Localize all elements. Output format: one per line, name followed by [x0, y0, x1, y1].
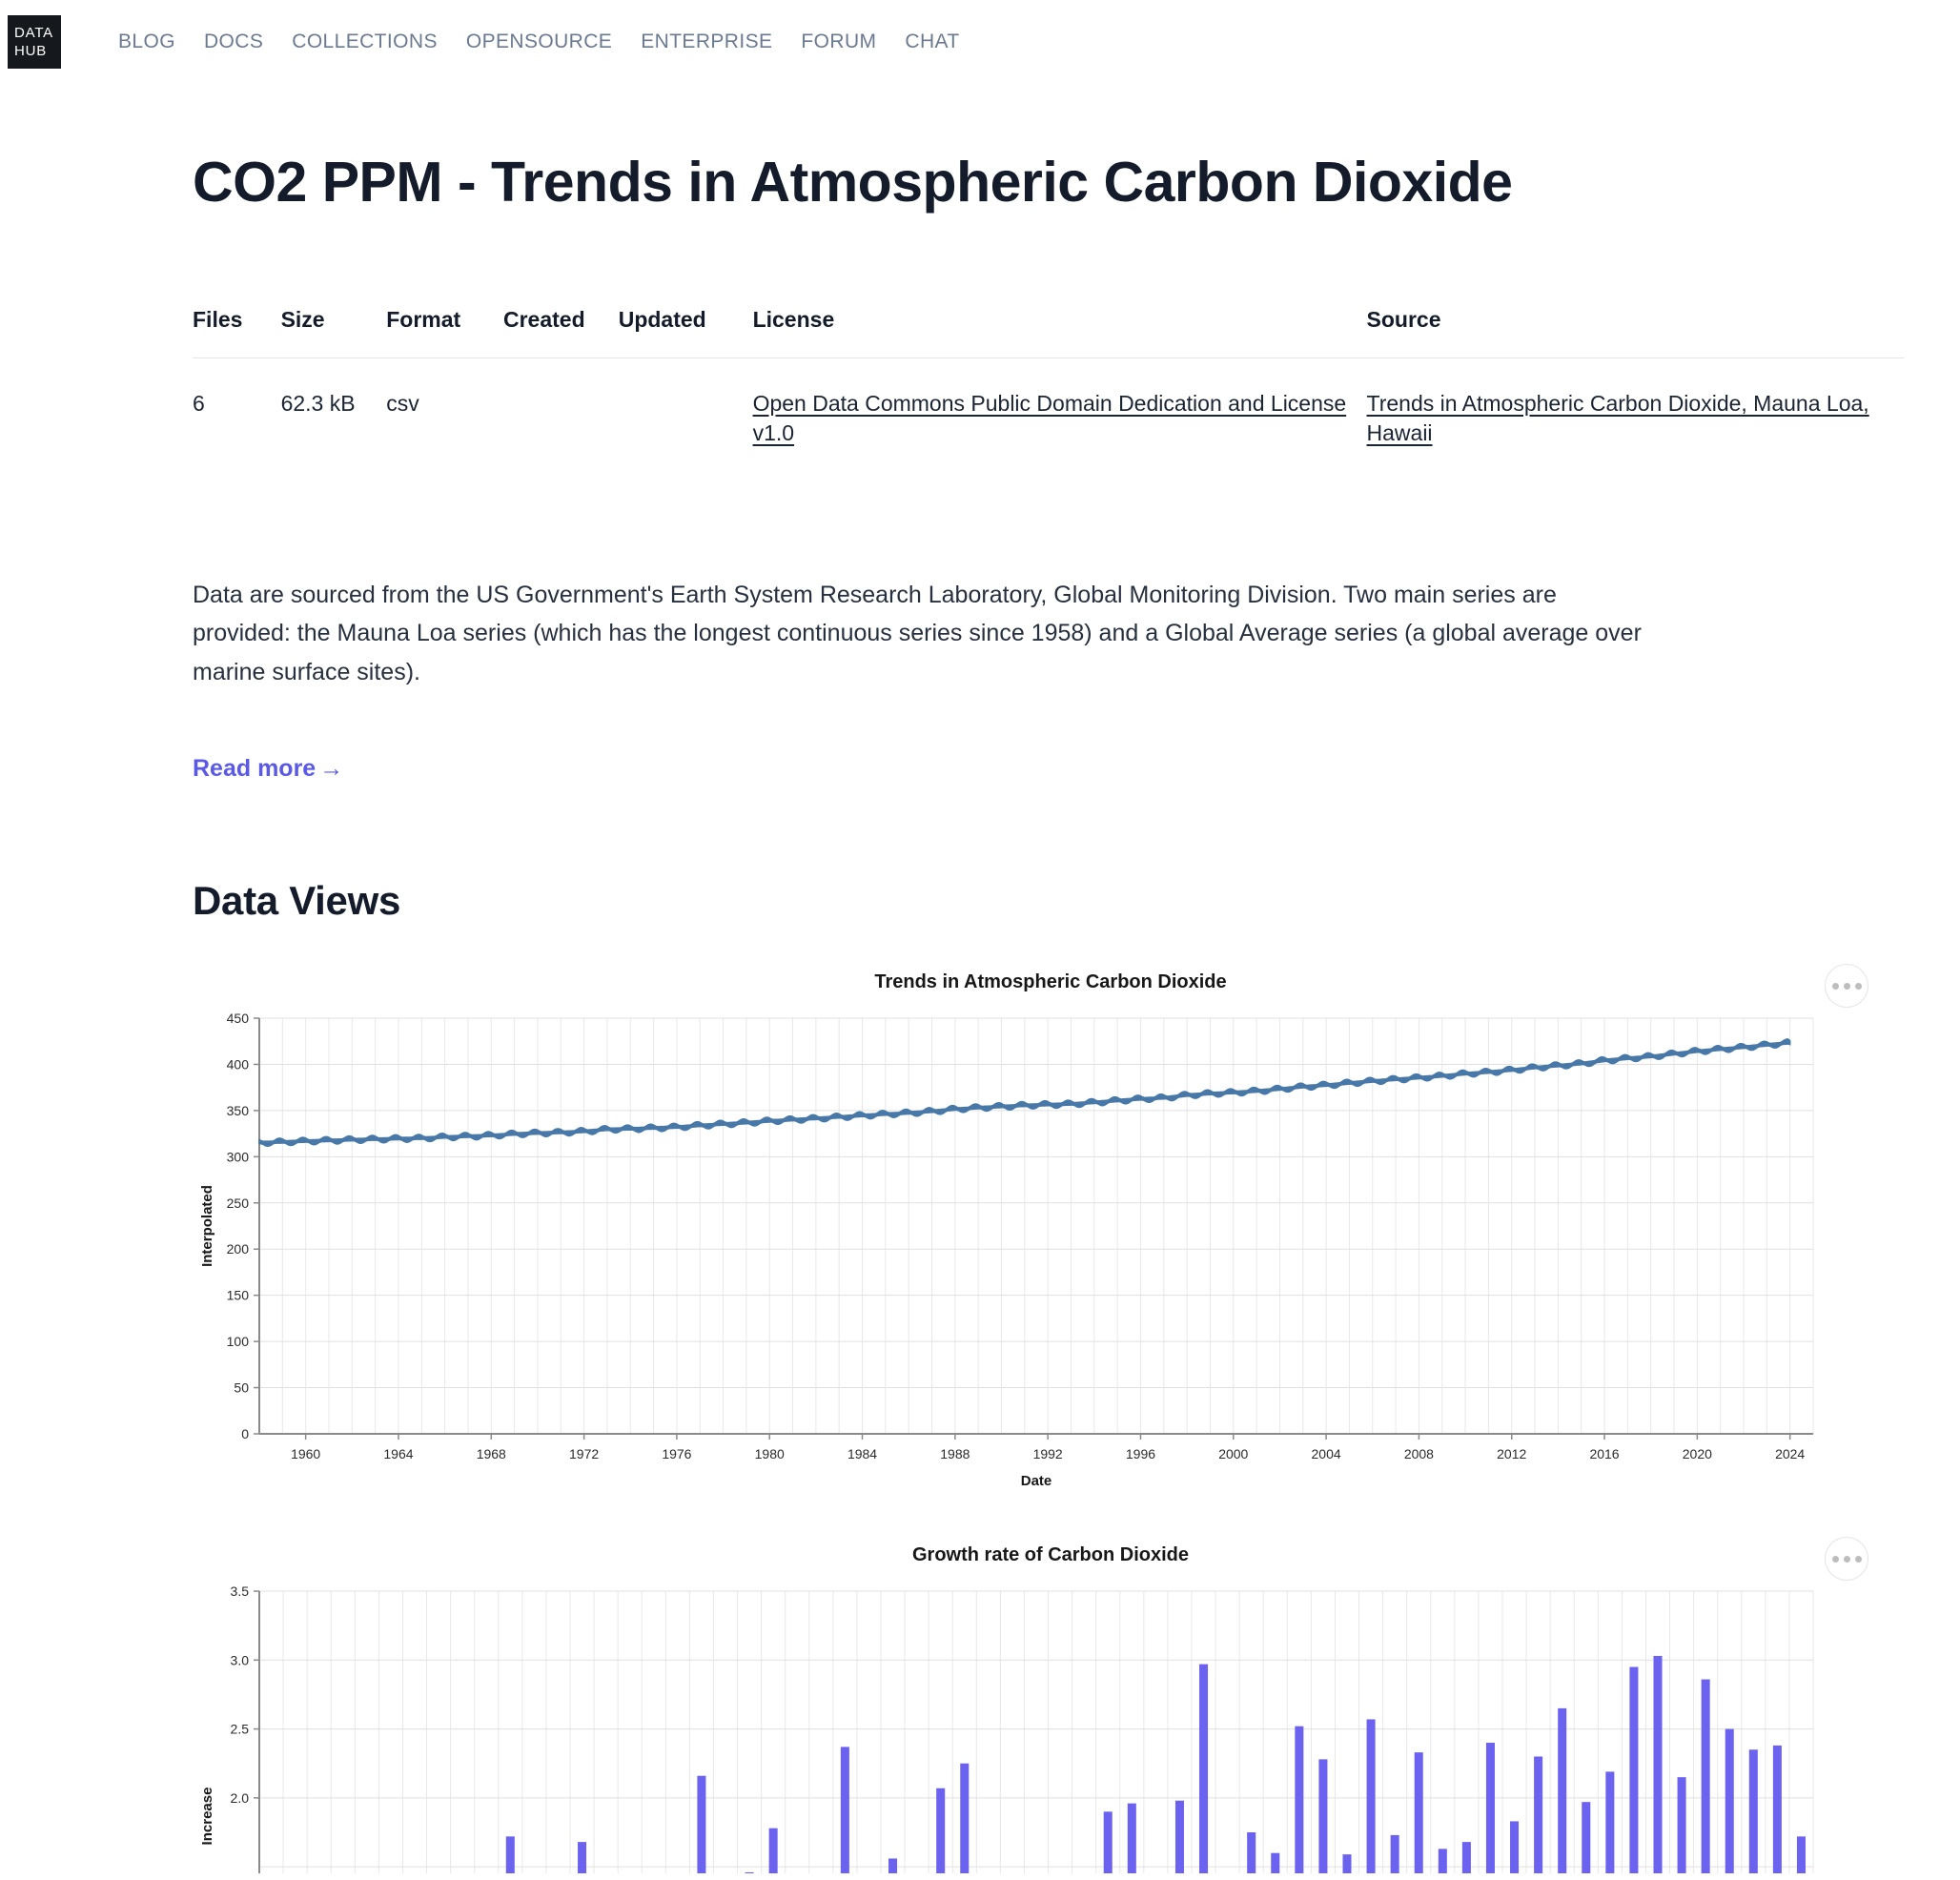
- dataset-meta-table: Files Size Format Created Updated Licens…: [193, 306, 1904, 448]
- cell-license: Open Data Commons Public Domain Dedicati…: [753, 358, 1367, 448]
- svg-text:Date: Date: [1021, 1473, 1052, 1489]
- bar-chart-growth-rate[interactable]: 2.0 2.5 3.0 3.5 Increase: [193, 1578, 1870, 1874]
- ellipsis-icon[interactable]: [1825, 964, 1868, 1009]
- svg-text:2.5: 2.5: [231, 1722, 250, 1737]
- svg-text:1960: 1960: [291, 1446, 320, 1461]
- svg-text:2008: 2008: [1404, 1446, 1434, 1461]
- svg-text:0: 0: [241, 1426, 249, 1441]
- ellipsis-icon[interactable]: [1825, 1537, 1868, 1582]
- source-link[interactable]: Trends in Atmospheric Carbon Dioxide, Ma…: [1367, 391, 1869, 445]
- svg-text:450: 450: [227, 1011, 250, 1026]
- line-chart-co2[interactable]: 0 50 100 150 200 250 300 350 400 450 1960 1964 1968 1…: [193, 1005, 1870, 1510]
- svg-text:1964: 1964: [383, 1446, 413, 1461]
- svg-text:2012: 2012: [1497, 1446, 1526, 1461]
- nav-item-enterprise[interactable]: ENTERPRISE: [641, 31, 772, 53]
- nav-item-chat[interactable]: CHAT: [905, 31, 959, 53]
- data-views-heading: Data Views: [193, 878, 401, 924]
- table-header-row: Files Size Format Created Updated Licens…: [193, 306, 1904, 358]
- svg-text:2.0: 2.0: [231, 1790, 250, 1806]
- svg-text:2000: 2000: [1218, 1446, 1248, 1461]
- column-header-updated: Updated: [618, 306, 753, 358]
- dot-1: [1831, 982, 1839, 990]
- nav-item-collections[interactable]: COLLECTIONS: [292, 31, 438, 53]
- svg-text:200: 200: [227, 1242, 250, 1257]
- cell-files: 6: [193, 390, 205, 416]
- svg-text:Interpolated: Interpolated: [199, 1186, 215, 1268]
- chart-title-trends: Trends in Atmospheric Carbon Dioxide: [874, 971, 1227, 993]
- svg-text:150: 150: [227, 1288, 250, 1303]
- svg-text:1968: 1968: [477, 1446, 506, 1461]
- column-header-source: Source: [1366, 306, 1904, 358]
- nav-item-docs[interactable]: DOCS: [204, 31, 263, 53]
- cell-source: Trends in Atmospheric Carbon Dioxide, Ma…: [1367, 358, 1904, 448]
- dot-3: [1854, 982, 1862, 990]
- datahub-logo[interactable]: DATA HUB: [8, 15, 61, 69]
- license-link[interactable]: Open Data Commons Public Domain Dedicati…: [753, 391, 1347, 445]
- read-more-link[interactable]: Read more →: [193, 755, 343, 783]
- nav-item-forum[interactable]: FORUM: [801, 31, 876, 53]
- svg-text:300: 300: [227, 1150, 250, 1165]
- nav-item-blog[interactable]: BLOG: [118, 31, 175, 53]
- svg-text:2016: 2016: [1589, 1446, 1619, 1461]
- svg-text:400: 400: [227, 1057, 250, 1073]
- table-row: 6 62.3 kB csv Open Data Commons Public D…: [193, 358, 1904, 448]
- dataset-description: Data are sourced from the US Government'…: [193, 581, 1642, 685]
- column-header-files: Files: [193, 306, 281, 358]
- page-main: CO2 PPM - Trends in Atmospheric Carbon D…: [0, 151, 1960, 1874]
- svg-text:1972: 1972: [569, 1446, 599, 1461]
- svg-text:100: 100: [227, 1335, 250, 1350]
- column-header-size: Size: [280, 306, 387, 358]
- svg-text:1996: 1996: [1126, 1446, 1155, 1461]
- dot-3: [1854, 1555, 1862, 1563]
- cell-size: 62.3 kB: [280, 390, 356, 416]
- svg-text:3.0: 3.0: [231, 1653, 250, 1668]
- svg-text:250: 250: [227, 1195, 250, 1211]
- svg-text:1992: 1992: [1033, 1446, 1063, 1461]
- cell-updated: [619, 358, 753, 448]
- svg-text:2024: 2024: [1775, 1446, 1805, 1461]
- cell-created: [503, 358, 619, 448]
- svg-text:50: 50: [234, 1380, 249, 1396]
- nav-item-opensource[interactable]: OPENSOURCE: [466, 31, 612, 53]
- column-header-created: Created: [502, 306, 619, 358]
- svg-text:2004: 2004: [1312, 1446, 1341, 1461]
- svg-text:1988: 1988: [940, 1446, 970, 1461]
- svg-text:1984: 1984: [847, 1446, 877, 1461]
- page-title: CO2 PPM - Trends in Atmospheric Carbon D…: [193, 151, 1513, 214]
- svg-text:1980: 1980: [755, 1446, 785, 1461]
- site-header: DATA HUB BLOG DOCS COLLECTIONS OPENSOURC…: [0, 0, 1960, 84]
- main-nav: BLOG DOCS COLLECTIONS OPENSOURCE ENTERPR…: [118, 31, 960, 53]
- chart-card-trends: Trends in Atmospheric Carbon Dioxide 0 50…: [193, 964, 1870, 1510]
- logo-line-1: DATA: [14, 24, 53, 41]
- chart-title-growth: Growth rate of Carbon Dioxide: [911, 1544, 1190, 1566]
- arrow-right-icon: →: [319, 755, 344, 783]
- svg-text:2020: 2020: [1683, 1446, 1712, 1461]
- logo-line-2: HUB: [14, 43, 48, 59]
- column-header-license: License: [752, 306, 1367, 358]
- cell-format: csv: [386, 390, 419, 416]
- svg-text:1976: 1976: [662, 1446, 691, 1461]
- read-more-label: Read more: [193, 755, 316, 783]
- dot-1: [1831, 1555, 1839, 1563]
- chart-card-growth: Growth rate of Carbon Dioxide 2.0 2.5 3.0 3…: [193, 1537, 1870, 1874]
- svg-text:Increase: Increase: [199, 1788, 215, 1846]
- svg-text:350: 350: [227, 1103, 250, 1118]
- column-header-format: Format: [386, 306, 503, 358]
- dot-2: [1843, 1555, 1850, 1563]
- dot-2: [1843, 982, 1850, 990]
- svg-text:3.5: 3.5: [231, 1584, 250, 1599]
